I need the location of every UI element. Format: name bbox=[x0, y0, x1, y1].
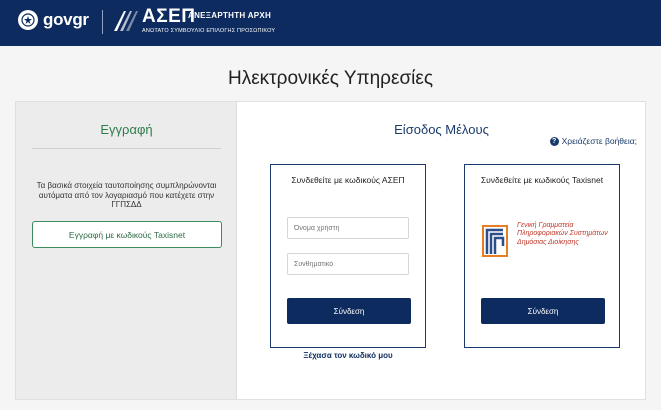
help-link-label: Χρειάζεστε βοήθεια; bbox=[561, 136, 637, 146]
govgr-logo[interactable]: govgr bbox=[18, 10, 89, 30]
login-title: Είσοδος Μέλους bbox=[394, 122, 489, 137]
login-panel: Είσοδος Μέλους ? Χρειάζεστε βοήθεια; Συν… bbox=[238, 102, 645, 399]
govgr-logo-text: govgr bbox=[43, 10, 89, 29]
gsis-logo-text: Γενική Γραμματεία Πληροφοριακών Συστημάτ… bbox=[517, 222, 608, 246]
asep-mark-icon bbox=[114, 11, 138, 31]
help-icon: ? bbox=[549, 136, 559, 146]
forgot-password-link[interactable]: Ξέχασα τον κωδικό μου bbox=[270, 351, 426, 360]
taxisnet-login-title: Συνδεθείτε με κωδικούς Taxisnet bbox=[480, 175, 604, 185]
password-input[interactable] bbox=[287, 253, 409, 275]
gsis-emblem-icon bbox=[482, 225, 508, 257]
page-title: Ηλεκτρονικές Υπηρεσίες bbox=[227, 68, 434, 89]
asep-login-title: Συνδεθείτε με κωδικούς ΑΣΕΠ bbox=[291, 175, 405, 185]
registration-description: Τα βασικά στοιχεία ταυτοποίησης συμπληρώ… bbox=[36, 181, 217, 209]
main-card: Εγγραφή Τα βασικά στοιχεία ταυτοποίησης … bbox=[15, 101, 646, 400]
asep-logo[interactable]: ΑΣΕΠ ΑΝΕΞΑΡΤΗΤΗ ΑΡΧΗ ΑΝΩΤΑΤΟ ΣΥΜΒΟΥΛΙΟ Ε… bbox=[112, 7, 282, 37]
register-taxisnet-button[interactable]: Εγγραφή με κωδικούς Taxisnet bbox=[32, 221, 222, 248]
greek-emblem-icon bbox=[18, 10, 38, 30]
asep-login-box: Συνδεθείτε με κωδικούς ΑΣΕΠ Σύνδεση bbox=[270, 164, 426, 348]
site-header: govgr ΑΣΕΠ ΑΝΕΞΑΡΤΗΤΗ ΑΡΧΗ ΑΝΩΤΑΤΟ ΣΥΜΒΟ… bbox=[0, 0, 661, 46]
taxisnet-login-box: Συνδεθείτε με κωδικούς Taxisnet Γενική Γ… bbox=[464, 164, 620, 348]
registration-title: Εγγραφή bbox=[100, 122, 153, 137]
registration-panel: Εγγραφή Τα βασικά στοιχεία ταυτοποίησης … bbox=[16, 102, 237, 399]
asep-subtitle: ΑΝΕΞΑΡΤΗΤΗ ΑΡΧΗ bbox=[188, 11, 272, 20]
registration-divider bbox=[32, 148, 221, 149]
header-divider bbox=[102, 10, 103, 34]
username-input[interactable] bbox=[287, 217, 409, 239]
asep-tagline: ΑΝΩΤΑΤΟ ΣΥΜΒΟΥΛΙΟ ΕΠΙΛΟΓΗΣ ΠΡΟΣΩΠΙΚΟΥ bbox=[142, 28, 276, 34]
help-link[interactable]: ? Χρειάζεστε βοήθεια; bbox=[549, 136, 637, 146]
gsis-logo: Γενική Γραμματεία Πληροφοριακών Συστημάτ… bbox=[481, 218, 611, 268]
asep-login-button[interactable]: Σύνδεση bbox=[287, 298, 411, 324]
taxisnet-login-button[interactable]: Σύνδεση bbox=[481, 298, 605, 324]
